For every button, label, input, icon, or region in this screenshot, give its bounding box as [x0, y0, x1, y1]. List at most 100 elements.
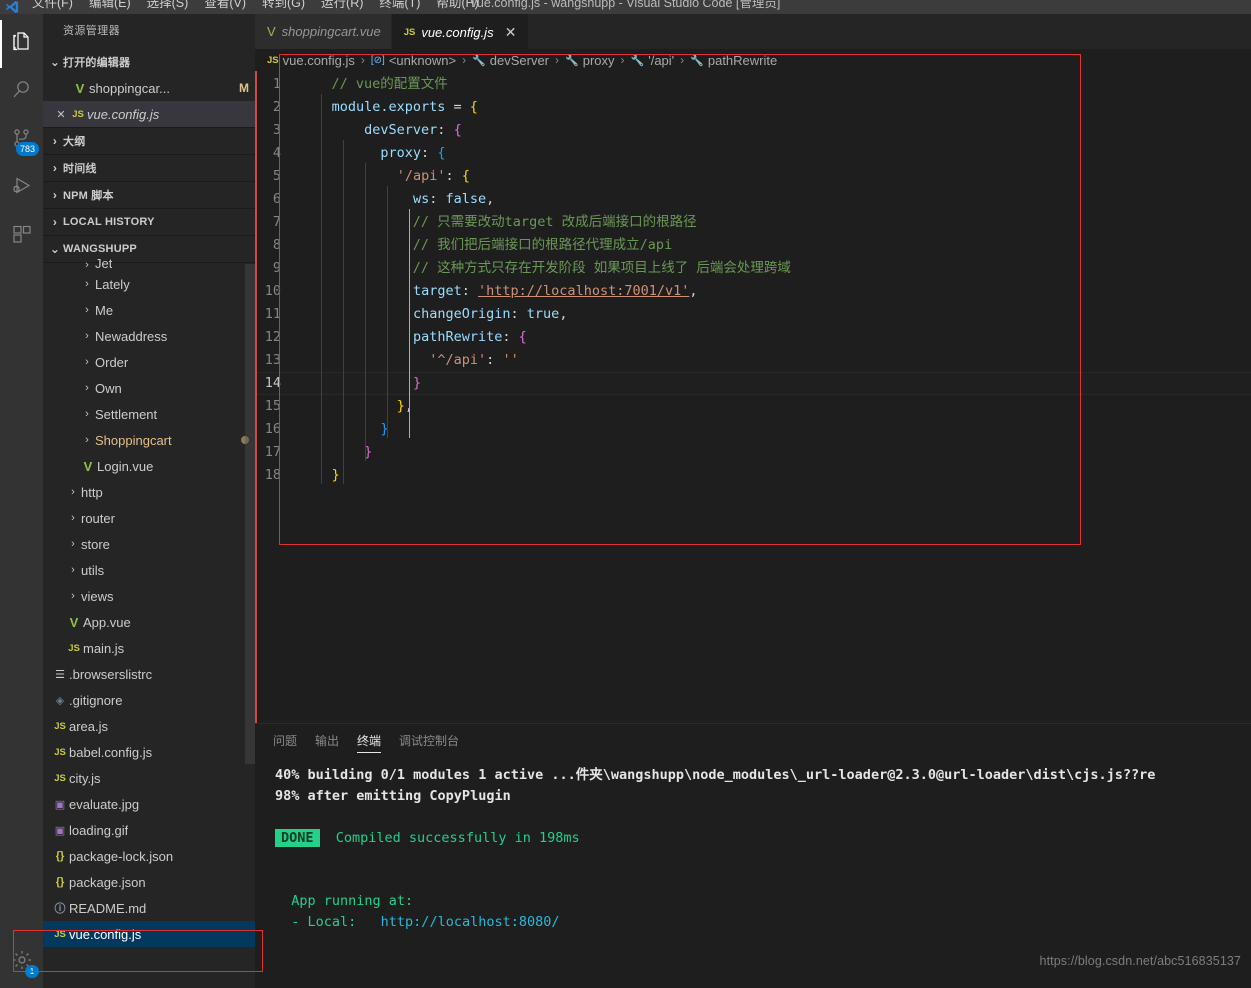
panel-tab-terminal[interactable]: 终端 — [357, 724, 382, 759]
local-url-link[interactable]: http://localhost:8080/ — [381, 914, 560, 930]
tree-item-utils[interactable]: › utils — [43, 557, 255, 583]
section-local-history-label: LOCAL HISTORY — [63, 216, 155, 228]
tree-item-login-vue[interactable]: V Login.vue — [43, 453, 255, 479]
tree-item-store[interactable]: › store — [43, 531, 255, 557]
activity-item-explorer[interactable] — [0, 20, 43, 68]
open-editor-shoppingcart[interactable]: V shoppingcar... M — [43, 75, 255, 101]
code-line-text: // 这种方式只存在开发阶段 如果项目上线了 后端会处理跨域 — [412, 260, 791, 276]
tree-item-browserslistrc[interactable]: ☰ .browserslistrc — [43, 661, 255, 687]
menu-terminal[interactable]: 终端(T) — [371, 0, 428, 14]
tree-item-city-js[interactable]: JS city.js — [43, 765, 255, 791]
vscode-window: 文件(F) 编辑(E) 选择(S) 查看(V) 转到(G) 运行(R) 终端(T… — [0, 0, 1251, 988]
breadcrumb-item-proxy[interactable]: 🔧 proxy — [565, 53, 615, 68]
tree-item-area-js[interactable]: JS area.js — [43, 713, 255, 739]
code-line-text: // 只需要改动target 改成后端接口的根路径 — [412, 214, 697, 230]
menu-file[interactable]: 文件(F) — [24, 0, 81, 14]
activity-item-source-control[interactable]: 783 — [0, 116, 43, 164]
code-line[interactable]: 16 } — [255, 418, 1251, 441]
vue-icon: V — [75, 80, 85, 96]
tree-item-own[interactable]: › Own — [43, 375, 255, 401]
code-line[interactable]: 4 proxy: { — [255, 142, 1251, 165]
code-line[interactable]: 7 // 只需要改动target 改成后端接口的根路径 — [255, 211, 1251, 234]
code-line[interactable]: 14 } — [255, 372, 1251, 395]
section-local-history[interactable]: › LOCAL HISTORY — [43, 209, 255, 235]
code-line[interactable]: 10 target: 'http://localhost:7001/v1', — [255, 280, 1251, 303]
code-line[interactable]: 6 ws: false, — [255, 188, 1251, 211]
tree-item-label: README.md — [69, 900, 147, 916]
code-line[interactable]: 5 '/api': { — [255, 165, 1251, 188]
activity-item-search[interactable] — [0, 68, 43, 116]
tab-close-icon[interactable]: ✕ — [504, 24, 518, 41]
tree-item-main-js[interactable]: JS main.js — [43, 635, 255, 661]
tree-item-http[interactable]: › http — [43, 479, 255, 505]
breadcrumb-item-module[interactable]: [⊘] <unknown> — [371, 53, 456, 68]
tree-item-views[interactable]: › views — [43, 583, 255, 609]
tab-vue-config-js[interactable]: JS vue.config.js ✕ — [391, 14, 529, 49]
section-outline[interactable]: › 大纲 — [43, 128, 255, 154]
code-line[interactable]: 11 changeOrigin: true, — [255, 303, 1251, 326]
code-line[interactable]: 18 } — [255, 464, 1251, 487]
code-line[interactable]: 17 } — [255, 441, 1251, 464]
tree-item-jet[interactable]: › Jet — [43, 254, 255, 271]
tree-item-shoppingcart[interactable]: › Shoppingcart — [43, 427, 255, 453]
code-editor[interactable]: 1 // vue的配置文件 2 module.exports = {3 devSe… — [255, 71, 1251, 723]
code-line[interactable]: 3 devServer: { — [255, 119, 1251, 142]
code-line[interactable]: 1 // vue的配置文件 — [255, 73, 1251, 96]
breadcrumb-item-devserver[interactable]: 🔧 devServer — [472, 53, 549, 68]
tree-item-vue-config-js[interactable]: JS vue.config.js — [43, 921, 255, 947]
breadcrumb-label: proxy — [582, 52, 615, 68]
tree-item-package-json[interactable]: {} package.json — [43, 869, 255, 895]
tree-item-app-vue[interactable]: V App.vue — [43, 609, 255, 635]
tree-item-readme-md[interactable]: ⓘ README.md — [43, 895, 255, 921]
code-line[interactable]: 13 '^/api': '' — [255, 349, 1251, 372]
breadcrumb-item-file[interactable]: JS vue.config.js — [267, 53, 355, 68]
panel-tab-problems[interactable]: 问题 — [273, 724, 297, 759]
done-badge: DONE — [275, 829, 320, 847]
menu-help[interactable]: 帮助(H) — [428, 0, 486, 14]
tree-item-gitignore[interactable]: ◈ .gitignore — [43, 687, 255, 713]
tree-item-router[interactable]: › router — [43, 505, 255, 531]
tree-item-babel-config-js[interactable]: JS babel.config.js — [43, 739, 255, 765]
tab-shoppingcart-vue[interactable]: V shoppingcart.vue — [255, 14, 392, 49]
tree-item-me[interactable]: › Me — [43, 297, 255, 323]
tree-item-evaluate-jpg[interactable]: ▣ evaluate.jpg — [43, 791, 255, 817]
breadcrumb-item-api[interactable]: 🔧 '/api' — [631, 53, 675, 68]
tree-item-loading-gif[interactable]: ▣ loading.gif — [43, 817, 255, 843]
vue-icon: V — [83, 458, 93, 474]
line-number: 1 — [272, 76, 281, 92]
tree-item-label: Shoppingcart — [95, 432, 172, 448]
code-line[interactable]: 9 // 这种方式只存在开发阶段 如果项目上线了 后端会处理跨域 — [255, 257, 1251, 280]
section-npm-scripts[interactable]: › NPM 脚本 — [43, 182, 255, 208]
tree-item-lately[interactable]: › Lately — [43, 271, 255, 297]
tree-item-settlement[interactable]: › Settlement — [43, 401, 255, 427]
menu-go[interactable]: 转到(G) — [254, 0, 313, 14]
tree-item-order[interactable]: › Order — [43, 349, 255, 375]
line-number: 14 — [264, 375, 281, 391]
activity-item-settings[interactable]: 1 — [0, 938, 43, 986]
section-timeline[interactable]: › 时间线 — [43, 155, 255, 181]
menu-view[interactable]: 查看(V) — [196, 0, 254, 14]
menu-selection[interactable]: 选择(S) — [139, 0, 197, 14]
activity-item-run-and-debug[interactable] — [0, 164, 43, 212]
sidebar-title: 资源管理器 — [63, 25, 120, 37]
section-open-editors[interactable]: ⌄ 打开的编辑器 — [43, 49, 255, 75]
panel-tab-debug-console[interactable]: 调试控制台 — [399, 724, 459, 759]
breadcrumb-item-pathrewrite[interactable]: 🔧 pathRewrite — [690, 53, 777, 68]
open-editor-vue-config[interactable]: ✕ JS vue.config.js — [43, 101, 255, 127]
code-line[interactable]: 8 // 我们把后端接口的根路径代理成立/api — [255, 234, 1251, 257]
code-line[interactable]: 2 module.exports = { — [255, 96, 1251, 119]
tree-item-newaddress[interactable]: › Newaddress — [43, 323, 255, 349]
code-line[interactable]: 15 }, — [255, 395, 1251, 418]
section-open-editors-label: 打开的编辑器 — [63, 57, 131, 69]
menu-run[interactable]: 运行(R) — [313, 0, 371, 14]
sidebar-scrollbar[interactable] — [245, 264, 255, 764]
menu-bar[interactable]: 文件(F) 编辑(E) 选择(S) 查看(V) 转到(G) 运行(R) 终端(T… — [24, 0, 487, 14]
activity-item-extensions[interactable] — [0, 212, 43, 260]
close-icon[interactable]: ✕ — [53, 108, 69, 121]
tree-item-package-lock-json[interactable]: {} package-lock.json — [43, 843, 255, 869]
code-line-text: module.exports = { — [331, 99, 478, 115]
code-line[interactable]: 12 pathRewrite: { — [255, 326, 1251, 349]
menu-edit[interactable]: 编辑(E) — [81, 0, 139, 14]
panel-tab-output[interactable]: 输出 — [315, 724, 339, 759]
